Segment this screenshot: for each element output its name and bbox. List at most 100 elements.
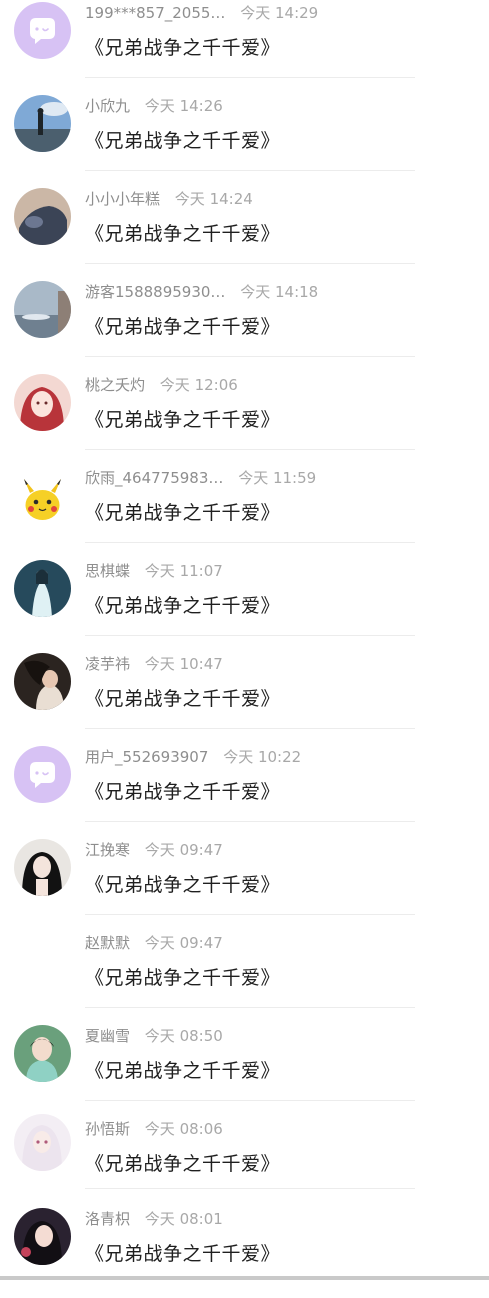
avatar-photo-icon (14, 281, 71, 338)
comment-text: 《兄弟战争之千千爱》 (85, 223, 281, 245)
comment-meta: 夏幽雪 今天 08:50 (85, 1025, 223, 1047)
comment-time: 今天 14:29 (240, 4, 319, 22)
comment-list: 199***857_2055… 今天 14:29 《兄弟战争之千千爱》 小欣九 … (0, 0, 489, 1280)
divider (85, 821, 415, 822)
avatar[interactable] (14, 1208, 71, 1265)
user-name[interactable]: 游客1588895930… (85, 281, 225, 302)
comment-text: 《兄弟战争之千千爱》 (85, 595, 281, 617)
avatar-photo-icon (14, 188, 71, 245)
comment-meta: 桃之夭灼 今天 12:06 (85, 374, 238, 396)
avatar[interactable] (14, 2, 71, 59)
comment-text: 《兄弟战争之千千爱》 (85, 1153, 281, 1175)
avatar[interactable] (14, 374, 71, 431)
comment-time: 今天 11:07 (144, 562, 223, 580)
avatar[interactable] (14, 467, 71, 524)
user-name[interactable]: 孙悟斯 (85, 1118, 130, 1139)
comment-text: 《兄弟战争之千千爱》 (85, 688, 281, 710)
user-name[interactable]: 思棋蝶 (85, 560, 130, 581)
avatar[interactable] (14, 839, 71, 896)
list-item[interactable]: 赵默默 今天 09:47 《兄弟战争之千千爱》 (0, 930, 489, 1022)
divider (85, 1007, 415, 1008)
list-item[interactable]: 洛青枳 今天 08:01 《兄弟战争之千千爱》 (0, 1206, 489, 1298)
comment-time: 今天 14:18 (240, 283, 319, 301)
comment-meta: 199***857_2055… 今天 14:29 (85, 2, 318, 24)
comment-time: 今天 12:06 (159, 376, 238, 394)
avatar-photo-icon (14, 653, 71, 710)
user-name[interactable]: 用户_552693907 (85, 746, 208, 767)
avatar[interactable] (14, 653, 71, 710)
list-item[interactable]: 小欣九 今天 14:26 《兄弟战争之千千爱》 (0, 93, 489, 185)
comment-meta: 游客1588895930… 今天 14:18 (85, 281, 318, 303)
avatar-photo-icon (14, 560, 71, 617)
list-item[interactable]: 用户_552693907 今天 10:22 《兄弟战争之千千爱》 (0, 744, 489, 836)
comment-meta: 小欣九 今天 14:26 (85, 95, 223, 117)
avatar-photo-icon (14, 839, 71, 896)
divider (85, 356, 415, 357)
user-name[interactable]: 江挽寒 (85, 839, 130, 860)
user-name[interactable]: 凌芋祎 (85, 653, 130, 674)
avatar[interactable] (14, 95, 71, 152)
avatar-photo-icon (14, 1025, 71, 1082)
list-item[interactable]: 孙悟斯 今天 08:06 《兄弟战争之千千爱》 (0, 1114, 489, 1208)
pikachu-icon (14, 467, 71, 524)
comment-text: 《兄弟战争之千千爱》 (85, 874, 281, 896)
comment-time: 今天 11:59 (238, 469, 317, 487)
divider (85, 635, 415, 636)
comment-meta: 凌芋祎 今天 10:47 (85, 653, 223, 675)
comment-text: 《兄弟战争之千千爱》 (85, 1060, 281, 1082)
divider (85, 1100, 415, 1101)
user-name[interactable]: 欣雨_464775983… (85, 467, 223, 488)
user-name[interactable]: 桃之夭灼 (85, 374, 145, 395)
comment-time: 今天 08:06 (144, 1120, 223, 1138)
user-name[interactable]: 199***857_2055… (85, 4, 225, 22)
comment-meta: 思棋蝶 今天 11:07 (85, 560, 223, 582)
comment-meta: 洛青枳 今天 08:01 (85, 1208, 223, 1230)
user-name[interactable]: 小欣九 (85, 95, 130, 116)
avatar[interactable] (14, 281, 71, 338)
divider (85, 1188, 415, 1189)
avatar[interactable] (14, 746, 71, 803)
comment-time: 今天 14:26 (144, 97, 223, 115)
divider (85, 170, 415, 171)
list-item[interactable]: 桃之夭灼 今天 12:06 《兄弟战争之千千爱》 (0, 372, 489, 464)
avatar[interactable] (14, 188, 71, 245)
comment-time: 今天 08:01 (144, 1210, 223, 1228)
divider (85, 542, 415, 543)
avatar[interactable] (14, 1025, 71, 1082)
list-item[interactable]: 夏幽雪 今天 08:50 《兄弟战争之千千爱》 (0, 1023, 489, 1115)
user-name[interactable]: 夏幽雪 (85, 1025, 130, 1046)
comment-text: 《兄弟战争之千千爱》 (85, 781, 281, 803)
user-name[interactable]: 赵默默 (85, 932, 130, 953)
comment-text: 《兄弟战争之千千爱》 (85, 1243, 281, 1265)
list-item[interactable]: 欣雨_464775983… 今天 11:59 《兄弟战争之千千爱》 (0, 465, 489, 557)
list-item[interactable]: 思棋蝶 今天 11:07 《兄弟战争之千千爱》 (0, 558, 489, 650)
comment-text: 《兄弟战争之千千爱》 (85, 37, 281, 59)
comment-time: 今天 10:22 (223, 748, 302, 766)
comment-meta: 江挽寒 今天 09:47 (85, 839, 223, 861)
avatar-photo-icon (14, 95, 71, 152)
chat-bubble-icon (14, 2, 71, 59)
comment-time: 今天 09:47 (144, 841, 223, 859)
avatar-photo-icon (14, 374, 71, 431)
bottom-edge (0, 1276, 489, 1280)
divider (85, 449, 415, 450)
list-item[interactable]: 凌芋祎 今天 10:47 《兄弟战争之千千爱》 (0, 651, 489, 743)
list-item[interactable]: 小小小年糕 今天 14:24 《兄弟战争之千千爱》 (0, 186, 489, 278)
user-name[interactable]: 小小小年糕 (85, 188, 160, 209)
comment-text: 《兄弟战争之千千爱》 (85, 130, 281, 152)
avatar-photo-icon (14, 1114, 71, 1171)
list-item[interactable]: 游客1588895930… 今天 14:18 《兄弟战争之千千爱》 (0, 279, 489, 371)
divider (85, 914, 415, 915)
comment-meta: 用户_552693907 今天 10:22 (85, 746, 301, 768)
comment-meta: 赵默默 今天 09:47 (85, 932, 223, 954)
comment-time: 今天 14:24 (174, 190, 253, 208)
user-name[interactable]: 洛青枳 (85, 1208, 130, 1229)
avatar[interactable] (14, 1114, 71, 1171)
list-item[interactable]: 199***857_2055… 今天 14:29 《兄弟战争之千千爱》 (0, 0, 489, 92)
list-item[interactable]: 江挽寒 今天 09:47 《兄弟战争之千千爱》 (0, 837, 489, 929)
avatar[interactable] (14, 560, 71, 617)
divider (85, 728, 415, 729)
comment-text: 《兄弟战争之千千爱》 (85, 967, 281, 989)
comment-time: 今天 10:47 (144, 655, 223, 673)
divider (85, 263, 415, 264)
